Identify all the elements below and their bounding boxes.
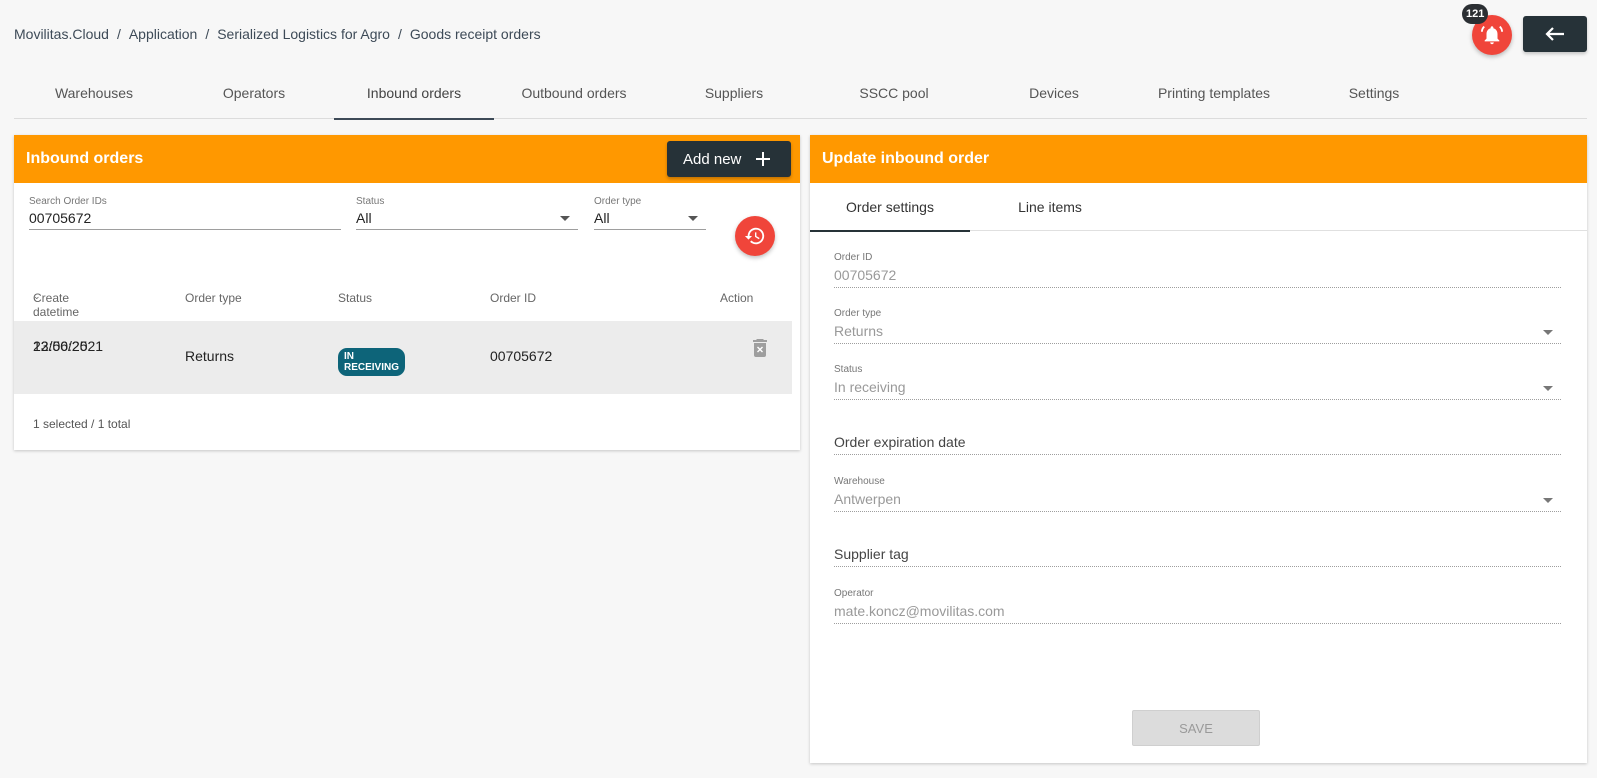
status-filter[interactable]: Status All (356, 196, 578, 230)
save-button[interactable]: SAVE (1132, 710, 1260, 746)
breadcrumb-item[interactable]: Movilitas.Cloud (14, 26, 109, 42)
field-label: Warehouse (834, 476, 885, 487)
field-label: Search Order IDs (29, 196, 107, 207)
tab-devices[interactable]: Devices (974, 76, 1134, 119)
chevron-down-icon (1543, 386, 1553, 391)
tab-sscc-pool[interactable]: SSCC pool (814, 76, 974, 119)
panel-header: Update inbound order (810, 135, 1587, 183)
field-label: Order type (594, 196, 642, 207)
column-status[interactable]: Status (338, 291, 372, 305)
field-label: Status (834, 364, 863, 375)
breadcrumb-separator: / (205, 26, 210, 42)
cell-order-id: 00705672 (490, 348, 553, 364)
order-id-field: Order ID 00705672 (834, 252, 1561, 288)
order-type-select[interactable]: Returns (834, 323, 1561, 344)
breadcrumb-item[interactable]: Goods receipt orders (410, 26, 541, 42)
bell-icon (1481, 25, 1503, 45)
column-order-type[interactable]: Order type (185, 291, 242, 305)
breadcrumb-separator: / (116, 26, 121, 42)
operator-value: mate.koncz@movilitas.com (834, 603, 1561, 624)
tab-printing-templates[interactable]: Printing templates (1134, 76, 1294, 119)
search-input[interactable]: 00705672 (29, 210, 341, 230)
plus-icon (756, 152, 771, 166)
status-badge: IN RECEIVING (338, 348, 406, 376)
order-type-select[interactable]: All (594, 210, 706, 230)
breadcrumb: Movilitas.Cloud / Application / Serializ… (14, 26, 541, 42)
order-id-value: 00705672 (834, 267, 1561, 288)
breadcrumb-item[interactable]: Serialized Logistics for Agro (217, 26, 390, 42)
order-tabs: Order settings Line items (810, 183, 1587, 232)
search-order-ids-field[interactable]: Search Order IDs 00705672 (29, 196, 341, 230)
operator-field: Operator mate.koncz@movilitas.com (834, 588, 1561, 624)
warehouse-field[interactable]: Warehouse Antwerpen (834, 476, 1561, 512)
order-type-filter[interactable]: Order type All (594, 196, 706, 230)
warehouse-select[interactable]: Antwerpen (834, 491, 1561, 512)
field-label: Status (356, 196, 385, 207)
panel-header: Inbound orders Add new (14, 135, 800, 183)
field-label: Order type (834, 308, 882, 319)
column-order-id[interactable]: Order ID (490, 291, 536, 305)
order-expiration-date-input[interactable]: Order expiration date (834, 434, 1561, 455)
chevron-down-icon (1543, 498, 1553, 503)
status-field[interactable]: Status In receiving (834, 364, 1561, 400)
history-icon (744, 227, 765, 245)
update-inbound-order-panel: Update inbound order Order settings Line… (810, 135, 1587, 763)
selection-summary: 1 selected / 1 total (33, 417, 131, 431)
chevron-down-icon (1543, 330, 1553, 335)
tab-order-settings[interactable]: Order settings (810, 183, 970, 232)
inbound-orders-panel: Inbound orders Add new Search Order IDs … (14, 135, 800, 450)
tab-outbound-orders[interactable]: Outbound orders (494, 76, 654, 119)
reset-filters-button[interactable] (735, 216, 775, 256)
tab-operators[interactable]: Operators (174, 76, 334, 119)
add-new-label: Add new (683, 150, 742, 168)
tab-suppliers[interactable]: Suppliers (654, 76, 814, 119)
status-select[interactable]: All (356, 210, 578, 230)
field-label: Operator (834, 588, 874, 599)
delete-icon[interactable] (753, 339, 767, 360)
notification-count-badge: 121 (1462, 4, 1489, 24)
back-button[interactable] (1523, 16, 1587, 52)
table-header: Create datetime ⌄ Order type Status Orde… (33, 291, 754, 319)
panel-title: Update inbound order (822, 150, 990, 167)
status-select[interactable]: In receiving (834, 379, 1561, 400)
field-label: Order ID (834, 252, 873, 263)
main-nav-tabs: Warehouses Operators Inbound orders Outb… (14, 76, 1587, 120)
breadcrumb-separator: / (397, 26, 402, 42)
tab-line-items[interactable]: Line items (970, 183, 1130, 231)
breadcrumb-item[interactable]: Application (129, 26, 198, 42)
chevron-down-icon: ⌄ (33, 291, 41, 301)
tab-inbound-orders[interactable]: Inbound orders (334, 76, 494, 120)
panel-title: Inbound orders (26, 150, 144, 167)
order-type-field[interactable]: Order type Returns (834, 308, 1561, 344)
tab-warehouses[interactable]: Warehouses (14, 76, 174, 119)
arrow-left-icon (1545, 27, 1564, 41)
column-action: Action (720, 291, 754, 305)
table-row[interactable]: 22/06/2021 13:50:25 Returns IN RECEIVING… (14, 321, 792, 394)
supplier-tag-field[interactable]: Supplier tag (834, 546, 1561, 567)
cell-order-type: Returns (185, 348, 235, 364)
supplier-tag-input[interactable]: Supplier tag (834, 546, 1561, 567)
chevron-down-icon (688, 216, 698, 221)
chevron-down-icon (560, 216, 570, 221)
tab-settings[interactable]: Settings (1294, 76, 1454, 119)
add-new-button[interactable]: Add new (667, 141, 791, 177)
order-expiration-date-field[interactable]: Order expiration date (834, 434, 1561, 455)
